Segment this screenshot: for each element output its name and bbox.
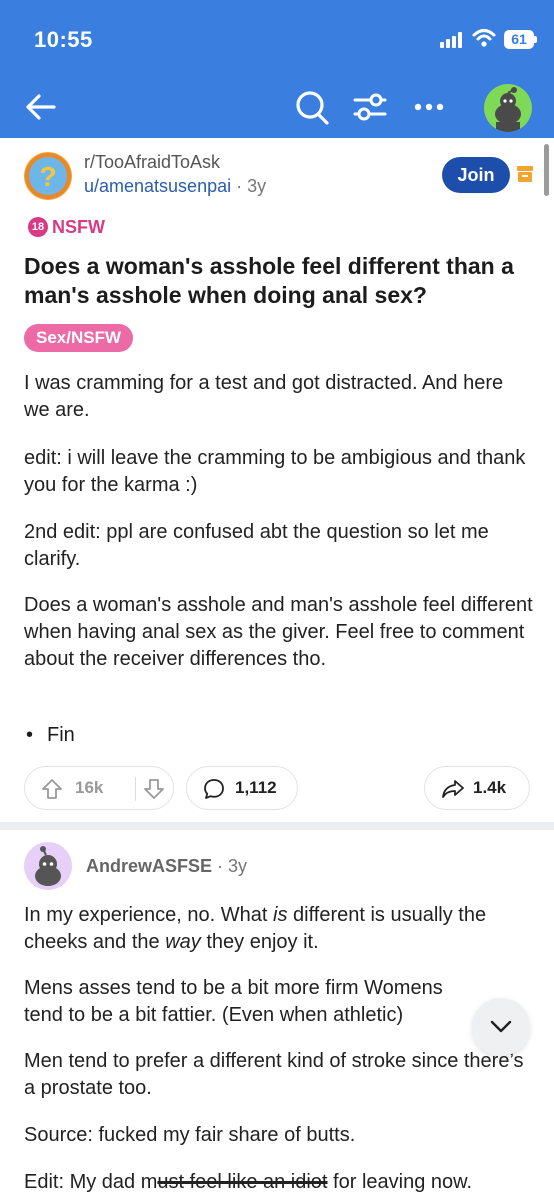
post-flair[interactable]: Sex/NSFW (24, 324, 134, 352)
vote-divider (135, 777, 136, 801)
svg-text:?: ? (39, 161, 56, 192)
wifi-icon (472, 29, 496, 47)
avatar-icon[interactable] (484, 84, 532, 132)
post-age: 3y (247, 176, 267, 196)
meta-separator: · (236, 176, 248, 196)
section-divider (0, 822, 554, 830)
arrow-up-icon[interactable] (41, 778, 63, 800)
battery-level: 61 (511, 31, 527, 47)
app-header: 10:55 61 (0, 0, 554, 138)
comment-paragraph: In my experience, no. What is different … (24, 904, 487, 953)
bullet-marker: • (26, 724, 34, 746)
subreddit-name[interactable]: r/TooAfraidToAsk (84, 152, 220, 173)
nav-row (0, 80, 554, 138)
share-button[interactable]: 1.4k (424, 766, 530, 810)
share-arrow-icon (442, 780, 464, 798)
comment-meta: AndrewASFSE · 3y (86, 856, 247, 877)
search-icon[interactable] (294, 88, 330, 126)
arrow-left-icon[interactable] (24, 90, 58, 124)
post-paragraph: edit: i will leave the cramming to be am… (24, 447, 526, 496)
post-paragraph: I was cramming for a test and got distra… (24, 372, 504, 421)
nsfw-label: NSFW (52, 216, 105, 237)
post-title: Does a woman's asshole feel different th… (24, 253, 514, 308)
post-paragraph: 2nd edit: ppl are confused abt the quest… (24, 521, 489, 570)
comments-button[interactable]: 1,112 (186, 766, 298, 810)
scrollbar[interactable] (544, 144, 549, 196)
comment-paragraph: Men tend to prefer a different kind of s… (24, 1050, 524, 1099)
scroll-down-button[interactable] (472, 998, 530, 1056)
signal-icon (440, 32, 466, 48)
comment-paragraph: Mens asses tend to be a bit more firm Wo… (24, 977, 443, 1026)
author-link[interactable]: u/amenatsusenpai (84, 176, 231, 196)
sliders-icon[interactable] (352, 90, 388, 124)
archive-icon (517, 166, 533, 182)
comment-bubble-icon (204, 779, 224, 799)
comment-count: 1,112 (235, 778, 277, 797)
vote-control: 16k (24, 766, 174, 810)
post-paragraph: Does a woman's asshole and man's asshole… (24, 594, 533, 670)
subreddit-avatar[interactable]: ? (24, 152, 72, 200)
comment-avatar[interactable] (24, 842, 72, 890)
comment-paragraph: Source: fucked my fair share of butts. (24, 1124, 356, 1146)
post-meta: u/amenatsusenpai · 3y (84, 176, 266, 197)
status-bar: 10:55 61 (0, 0, 554, 80)
bullet-item: • Fin (26, 722, 75, 749)
share-count: 1.4k (473, 778, 507, 797)
vote-count: 16k (75, 778, 104, 797)
arrow-down-icon[interactable] (143, 778, 165, 800)
nsfw-badge: 18 (28, 217, 48, 237)
meta-separator: · (217, 856, 229, 876)
join-button[interactable]: Join (442, 157, 510, 193)
comment-age: 3y (228, 856, 248, 876)
more-horizontal-icon[interactable] (414, 102, 444, 112)
chevron-down-icon (490, 1020, 512, 1033)
comment-author[interactable]: AndrewASFSE (86, 856, 212, 876)
battery-icon: 61 (504, 30, 537, 49)
bullet-text: Fin (47, 724, 75, 746)
status-time: 10:55 (34, 27, 93, 52)
nsfw-tag: 18 NSFW (28, 216, 105, 238)
comment-paragraph: Edit: My dad must feel like an idiot for… (24, 1171, 473, 1193)
